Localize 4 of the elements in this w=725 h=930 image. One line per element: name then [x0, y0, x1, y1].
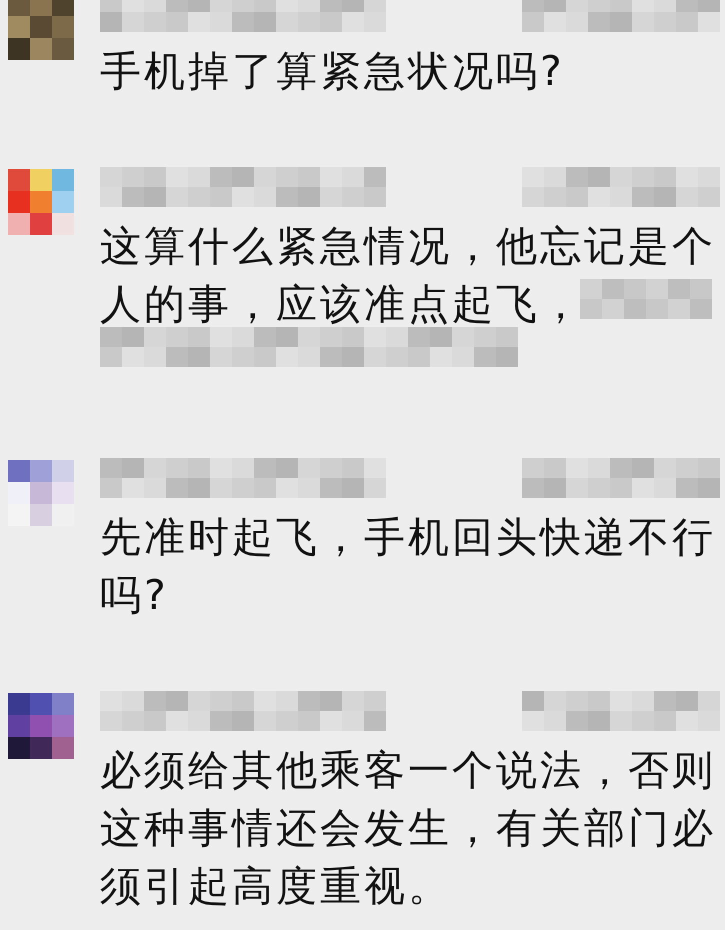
comment-text: 必须给其他乘客一个说法，否则这种事情还会发生，有关部门必须引起高度重视。 — [100, 745, 717, 912]
comment-text: 先准时起飞，手机回头快递不行吗? — [100, 512, 717, 621]
comment-text: 这算什么紧急情况，他忘记是个人的事，应该准点起飞， — [100, 217, 720, 391]
comment-text: 手机掉了算紧急状况吗? — [100, 46, 566, 97]
